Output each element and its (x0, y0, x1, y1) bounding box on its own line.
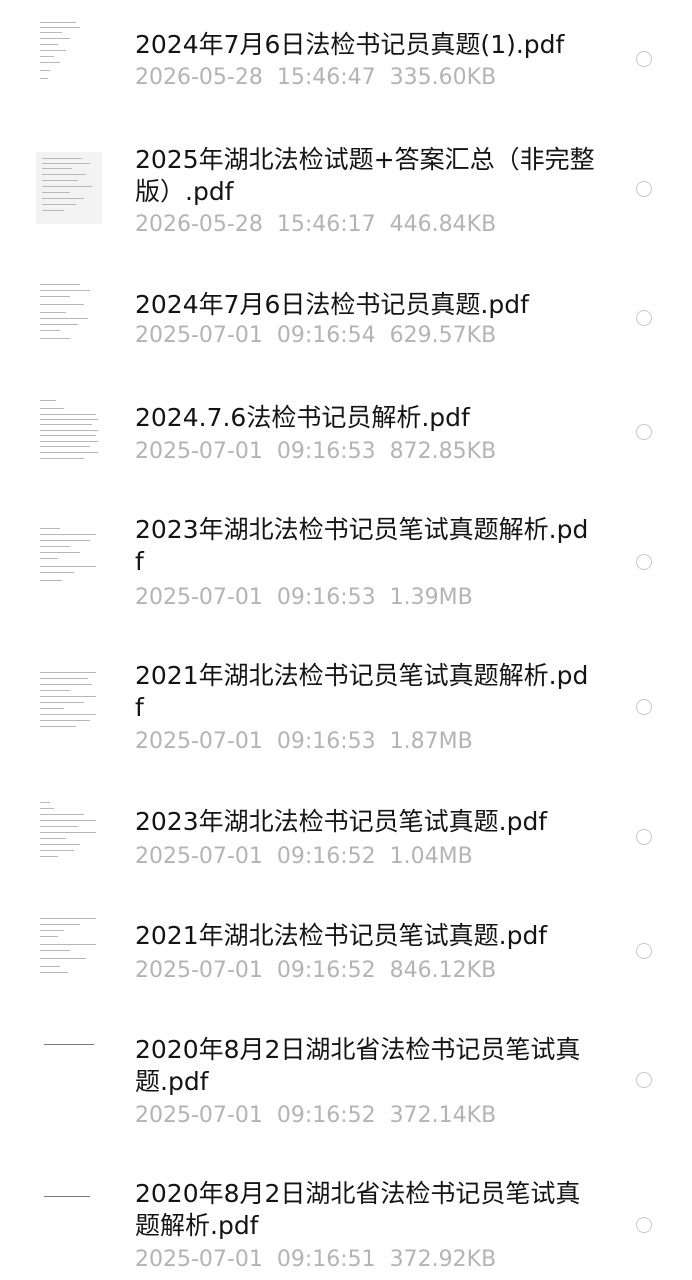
file-time: 09:16:53 (276, 729, 376, 754)
file-size: 846.12KB (389, 958, 497, 983)
select-radio[interactable] (636, 424, 652, 440)
pdf-thumbnail-icon (36, 914, 102, 986)
file-time: 09:16:54 (276, 323, 376, 348)
file-row[interactable]: 2021年湖北法检书记员笔试真题解析.pdf 2025-07-01 09:16:5… (0, 640, 692, 786)
file-size: 629.57KB (389, 323, 497, 348)
file-meta: 2026-05-28 15:46:47 335.60KB (135, 64, 496, 92)
file-time: 09:16:53 (276, 585, 376, 610)
file-row[interactable]: 2024年7月6日法检书记员真题.pdf 2025-07-01 09:16:54 6… (0, 258, 692, 376)
file-name: 2020年8月2日湖北省法检书记员笔试真题解析.pdf (135, 1179, 581, 1240)
file-meta: 2025-07-01 09:16:52 1.04MB (135, 843, 473, 871)
select-radio[interactable] (636, 554, 652, 570)
file-meta: 2025-07-01 09:16:54 629.57KB (135, 322, 496, 350)
file-date: 2025-07-01 (135, 844, 263, 869)
file-time: 09:16:52 (276, 958, 376, 983)
file-size: 1.39MB (389, 585, 473, 610)
file-date: 2025-07-01 (135, 729, 263, 754)
file-name: 2023年湖北法检书记员笔试真题.pdf (135, 807, 548, 836)
file-date: 2026-05-28 (135, 212, 263, 237)
file-time: 15:46:47 (276, 65, 376, 90)
select-radio[interactable] (636, 310, 652, 326)
select-radio[interactable] (636, 51, 652, 67)
file-row[interactable]: 2025年湖北法检试题+答案汇总（非完整版）.pdf 2026-05-28 15:… (0, 118, 692, 258)
file-name: 2024年7月6日法检书记员真题(1).pdf (135, 30, 565, 59)
file-row[interactable]: 2023年湖北法检书记员笔试真题.pdf 2025-07-01 09:16:52 1… (0, 786, 692, 902)
file-date: 2025-07-01 (135, 439, 263, 464)
file-meta: 2025-07-01 09:16:51 372.92KB (135, 1246, 496, 1274)
file-time: 09:16:51 (276, 1247, 376, 1272)
file-name: 2020年8月2日湖北省法检书记员笔试真题.pdf (135, 1035, 581, 1096)
pdf-thumbnail-icon (36, 1040, 102, 1112)
select-radio[interactable] (636, 1217, 652, 1233)
file-row[interactable]: 2020年8月2日湖北省法检书记员笔试真题解析.pdf 2025-07-01 09… (0, 1162, 692, 1280)
file-name: 2025年湖北法检试题+答案汇总（非完整版）.pdf (135, 145, 595, 206)
file-name: 2023年湖北法检书记员笔试真题解析.pdf (135, 515, 589, 576)
file-size: 335.60KB (389, 65, 497, 90)
pdf-thumbnail-icon (36, 1192, 102, 1264)
file-meta: 2026-05-28 15:46:17 446.84KB (135, 211, 496, 239)
file-time: 15:46:17 (276, 212, 376, 237)
pdf-thumbnail-icon (36, 396, 102, 468)
select-radio[interactable] (636, 1072, 652, 1088)
select-radio[interactable] (636, 699, 652, 715)
file-name: 2024.7.6法检书记员解析.pdf (135, 403, 470, 432)
select-radio[interactable] (636, 829, 652, 845)
file-size: 1.04MB (389, 844, 473, 869)
file-row[interactable]: 2024年7月6日法检书记员真题(1).pdf 2026-05-28 15:46:… (0, 0, 692, 118)
file-meta: 2025-07-01 09:16:53 1.39MB (135, 584, 473, 612)
pdf-thumbnail-icon (36, 668, 102, 740)
file-name: 2021年湖北法检书记员笔试真题解析.pdf (135, 661, 589, 722)
file-name: 2024年7月6日法检书记员真题.pdf (135, 290, 529, 319)
pdf-thumbnail-icon (36, 16, 102, 88)
select-radio[interactable] (636, 181, 652, 197)
file-meta: 2025-07-01 09:16:53 872.85KB (135, 438, 496, 466)
file-size: 372.14KB (389, 1103, 497, 1128)
file-date: 2025-07-01 (135, 1103, 263, 1128)
select-radio[interactable] (636, 943, 652, 959)
file-row[interactable]: 2024.7.6法检书记员解析.pdf 2025-07-01 09:16:53 87… (0, 376, 692, 494)
file-row[interactable]: 2020年8月2日湖北省法检书记员笔试真题.pdf 2025-07-01 09:1… (0, 1018, 692, 1162)
file-time: 09:16:52 (276, 844, 376, 869)
file-date: 2025-07-01 (135, 958, 263, 983)
file-time: 09:16:52 (276, 1103, 376, 1128)
file-list: 2024年7月6日法检书记员真题(1).pdf 2026-05-28 15:46:… (0, 0, 692, 1280)
file-size: 446.84KB (389, 212, 497, 237)
file-row[interactable]: 2021年湖北法检书记员笔试真题.pdf 2025-07-01 09:16:52 8… (0, 902, 692, 1018)
file-meta: 2025-07-01 09:16:53 1.87MB (135, 728, 473, 756)
file-size: 872.85KB (389, 439, 497, 464)
file-row[interactable]: 2023年湖北法检书记员笔试真题解析.pdf 2025-07-01 09:16:5… (0, 494, 692, 640)
file-time: 09:16:53 (276, 439, 376, 464)
file-date: 2025-07-01 (135, 585, 263, 610)
file-meta: 2025-07-01 09:16:52 846.12KB (135, 957, 496, 985)
file-meta: 2025-07-01 09:16:52 372.14KB (135, 1102, 496, 1130)
file-size: 372.92KB (389, 1247, 497, 1272)
file-date: 2026-05-28 (135, 65, 263, 90)
pdf-thumbnail-icon (36, 152, 102, 224)
file-size: 1.87MB (389, 729, 473, 754)
file-name: 2021年湖北法检书记员笔试真题.pdf (135, 921, 548, 950)
pdf-thumbnail-icon (36, 280, 102, 352)
pdf-thumbnail-icon (36, 798, 102, 870)
file-date: 2025-07-01 (135, 1247, 263, 1272)
pdf-thumbnail-icon (36, 524, 102, 596)
file-date: 2025-07-01 (135, 323, 263, 348)
